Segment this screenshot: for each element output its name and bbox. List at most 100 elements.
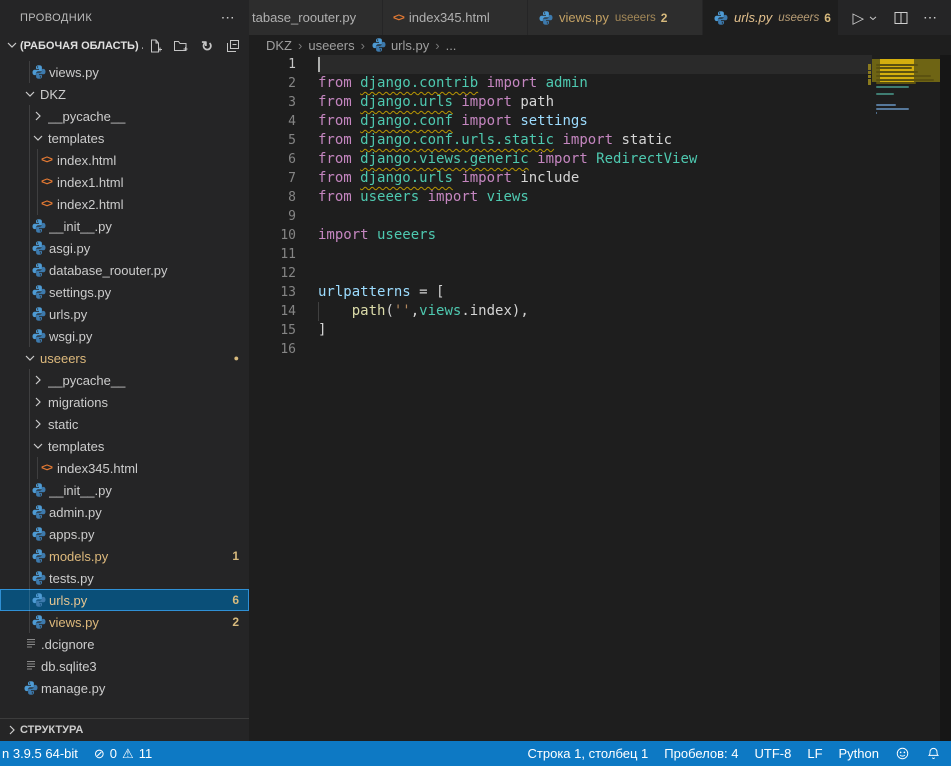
encoding-status[interactable]: UTF-8 <box>755 746 792 761</box>
code-token: RedirectView <box>588 151 698 167</box>
editor-scrollbar[interactable] <box>940 55 951 741</box>
file-tree: views.pyDKZ__pycache__templates<>index.h… <box>0 61 249 699</box>
tree-item-urls.py[interactable]: urls.py <box>0 303 249 325</box>
python-icon <box>30 328 47 344</box>
file-name: wsgi.py <box>49 329 239 344</box>
breadcrumb-item-...[interactable]: ... <box>446 38 457 53</box>
run-dropdown-chevron-icon[interactable] <box>867 12 879 24</box>
code-token: urlpatterns <box>318 284 411 300</box>
tree-item-migrations[interactable]: migrations <box>0 391 249 413</box>
language-mode-status[interactable]: Python <box>839 746 879 761</box>
feedback-icon[interactable] <box>895 746 910 761</box>
workspace-section-header[interactable]: (РАБОЧАЯ ОБЛАСТЬ) ... ↻ <box>0 35 249 57</box>
breadcrumb-item-useeers[interactable]: useeers <box>308 38 354 53</box>
run-python-file-button[interactable]: ▷ <box>852 9 879 27</box>
tree-item-database_roouter.py[interactable]: database_roouter.py <box>0 259 249 281</box>
collapse-all-icon[interactable] <box>225 38 241 54</box>
code-line-content[interactable] <box>318 55 872 74</box>
code-line-content[interactable]: from django.contrib import admin <box>318 74 872 93</box>
tree-item-apps.py[interactable]: apps.py <box>0 523 249 545</box>
code-line-content[interactable]: path('',views.index), <box>318 302 872 321</box>
tab-description: useeers <box>778 12 819 24</box>
indent-guide <box>29 435 30 457</box>
python-icon <box>30 306 47 322</box>
tree-item-.dcignore[interactable]: .dcignore <box>0 633 249 655</box>
minimap-line <box>876 93 894 95</box>
code-line-content[interactable]: from django.urls import include <box>318 169 872 188</box>
tree-item-admin.py[interactable]: admin.py <box>0 501 249 523</box>
python-icon <box>30 548 47 564</box>
tree-item-views.py[interactable]: views.py <box>0 61 249 83</box>
tree-item-wsgi.py[interactable]: wsgi.py <box>0 325 249 347</box>
tree-item-templates[interactable]: templates <box>0 435 249 457</box>
tab-tabase_roouter.py[interactable]: tabase_roouter.py <box>249 0 383 35</box>
breadcrumb-separator-icon: › <box>298 38 302 53</box>
tree-item-manage.py[interactable]: manage.py <box>0 677 249 699</box>
tree-item-DKZ[interactable]: DKZ <box>0 83 249 105</box>
tree-item-db.sqlite3[interactable]: db.sqlite3 <box>0 655 249 677</box>
tree-item-useeers[interactable]: useeers● <box>0 347 249 369</box>
tree-item-urls.py[interactable]: urls.py6 <box>0 589 249 611</box>
minimap[interactable] <box>872 55 940 741</box>
tree-item-__init__.py[interactable]: __init__.py <box>0 479 249 501</box>
new-folder-icon[interactable] <box>173 38 189 54</box>
breadcrumb-item-urls.py[interactable]: urls.py <box>371 37 429 53</box>
new-file-icon[interactable] <box>147 38 163 54</box>
tree-item-__pycache__[interactable]: __pycache__ <box>0 369 249 391</box>
eol-status[interactable]: LF <box>807 746 822 761</box>
indent-guide <box>29 501 30 523</box>
tree-item-templates[interactable]: templates <box>0 127 249 149</box>
bell-icon[interactable] <box>926 746 941 761</box>
tree-item-__pycache__[interactable]: __pycache__ <box>0 105 249 127</box>
outline-section-header[interactable]: СТРУКТУРА <box>0 718 249 741</box>
code-line-11: 11 <box>249 245 872 264</box>
code-line-content[interactable]: from django.views.generic import Redirec… <box>318 150 872 169</box>
code-line-content[interactable] <box>318 207 872 226</box>
tree-item-tests.py[interactable]: tests.py <box>0 567 249 589</box>
indent-guide <box>37 457 38 479</box>
tree-item-index.html[interactable]: <>index.html <box>0 149 249 171</box>
chevron-right-icon <box>30 416 46 432</box>
tab-views.py[interactable]: views.pyuseeers2 <box>528 0 703 35</box>
code-line-content[interactable]: ] <box>318 321 872 340</box>
line-number: 5 <box>249 133 296 148</box>
code-line-content[interactable]: from useeers import views <box>318 188 872 207</box>
code-line-content[interactable]: from django.conf.urls.static import stat… <box>318 131 872 150</box>
explorer-more-icon[interactable]: ⋯ <box>221 9 235 26</box>
code-line-content[interactable]: from django.urls import path <box>318 93 872 112</box>
tree-item-asgi.py[interactable]: asgi.py <box>0 237 249 259</box>
code-line-content[interactable] <box>318 264 872 283</box>
cursor-position-status[interactable]: Строка 1, столбец 1 <box>528 746 649 761</box>
code-line-content[interactable]: from django.conf import settings <box>318 112 872 131</box>
indentation-status[interactable]: Пробелов: 4 <box>664 746 738 761</box>
tab-urls.py[interactable]: urls.pyuseeers6✕ <box>703 0 838 35</box>
breadcrumb-item-DKZ[interactable]: DKZ <box>266 38 292 53</box>
code-token: ] <box>318 322 326 338</box>
tree-item-static[interactable]: static <box>0 413 249 435</box>
explorer-title-row: ПРОВОДНИК ⋯ <box>0 0 249 35</box>
code-line-content[interactable]: urlpatterns = [ <box>318 283 872 302</box>
problems-status[interactable]: ⊘ 0 ⚠ 11 <box>94 746 152 762</box>
tree-item-index1.html[interactable]: <>index1.html <box>0 171 249 193</box>
code-line-content[interactable] <box>318 245 872 264</box>
line-number: 3 <box>249 95 296 110</box>
code-token: include <box>512 170 579 186</box>
refresh-icon[interactable]: ↻ <box>199 38 215 54</box>
line-number: 2 <box>249 76 296 91</box>
code-token: path <box>512 94 554 110</box>
tree-item-models.py[interactable]: models.py1 <box>0 545 249 567</box>
tree-item-index345.html[interactable]: <>index345.html <box>0 457 249 479</box>
file-name: admin.py <box>49 505 239 520</box>
tree-item-settings.py[interactable]: settings.py <box>0 281 249 303</box>
tab-index345.html[interactable]: <>index345.html <box>383 0 528 35</box>
python-interpreter-status[interactable]: n 3.9.5 64-bit <box>2 746 78 761</box>
python-icon <box>713 10 729 26</box>
tree-item-views.py[interactable]: views.py2 <box>0 611 249 633</box>
code-line-content[interactable] <box>318 340 872 359</box>
editor-more-icon[interactable]: ⋯ <box>923 9 937 26</box>
split-editor-icon[interactable] <box>893 10 909 26</box>
html-icon: <> <box>393 12 404 24</box>
tree-item-index2.html[interactable]: <>index2.html <box>0 193 249 215</box>
code-line-content[interactable]: import useeers <box>318 226 872 245</box>
tree-item-__init__.py[interactable]: __init__.py <box>0 215 249 237</box>
